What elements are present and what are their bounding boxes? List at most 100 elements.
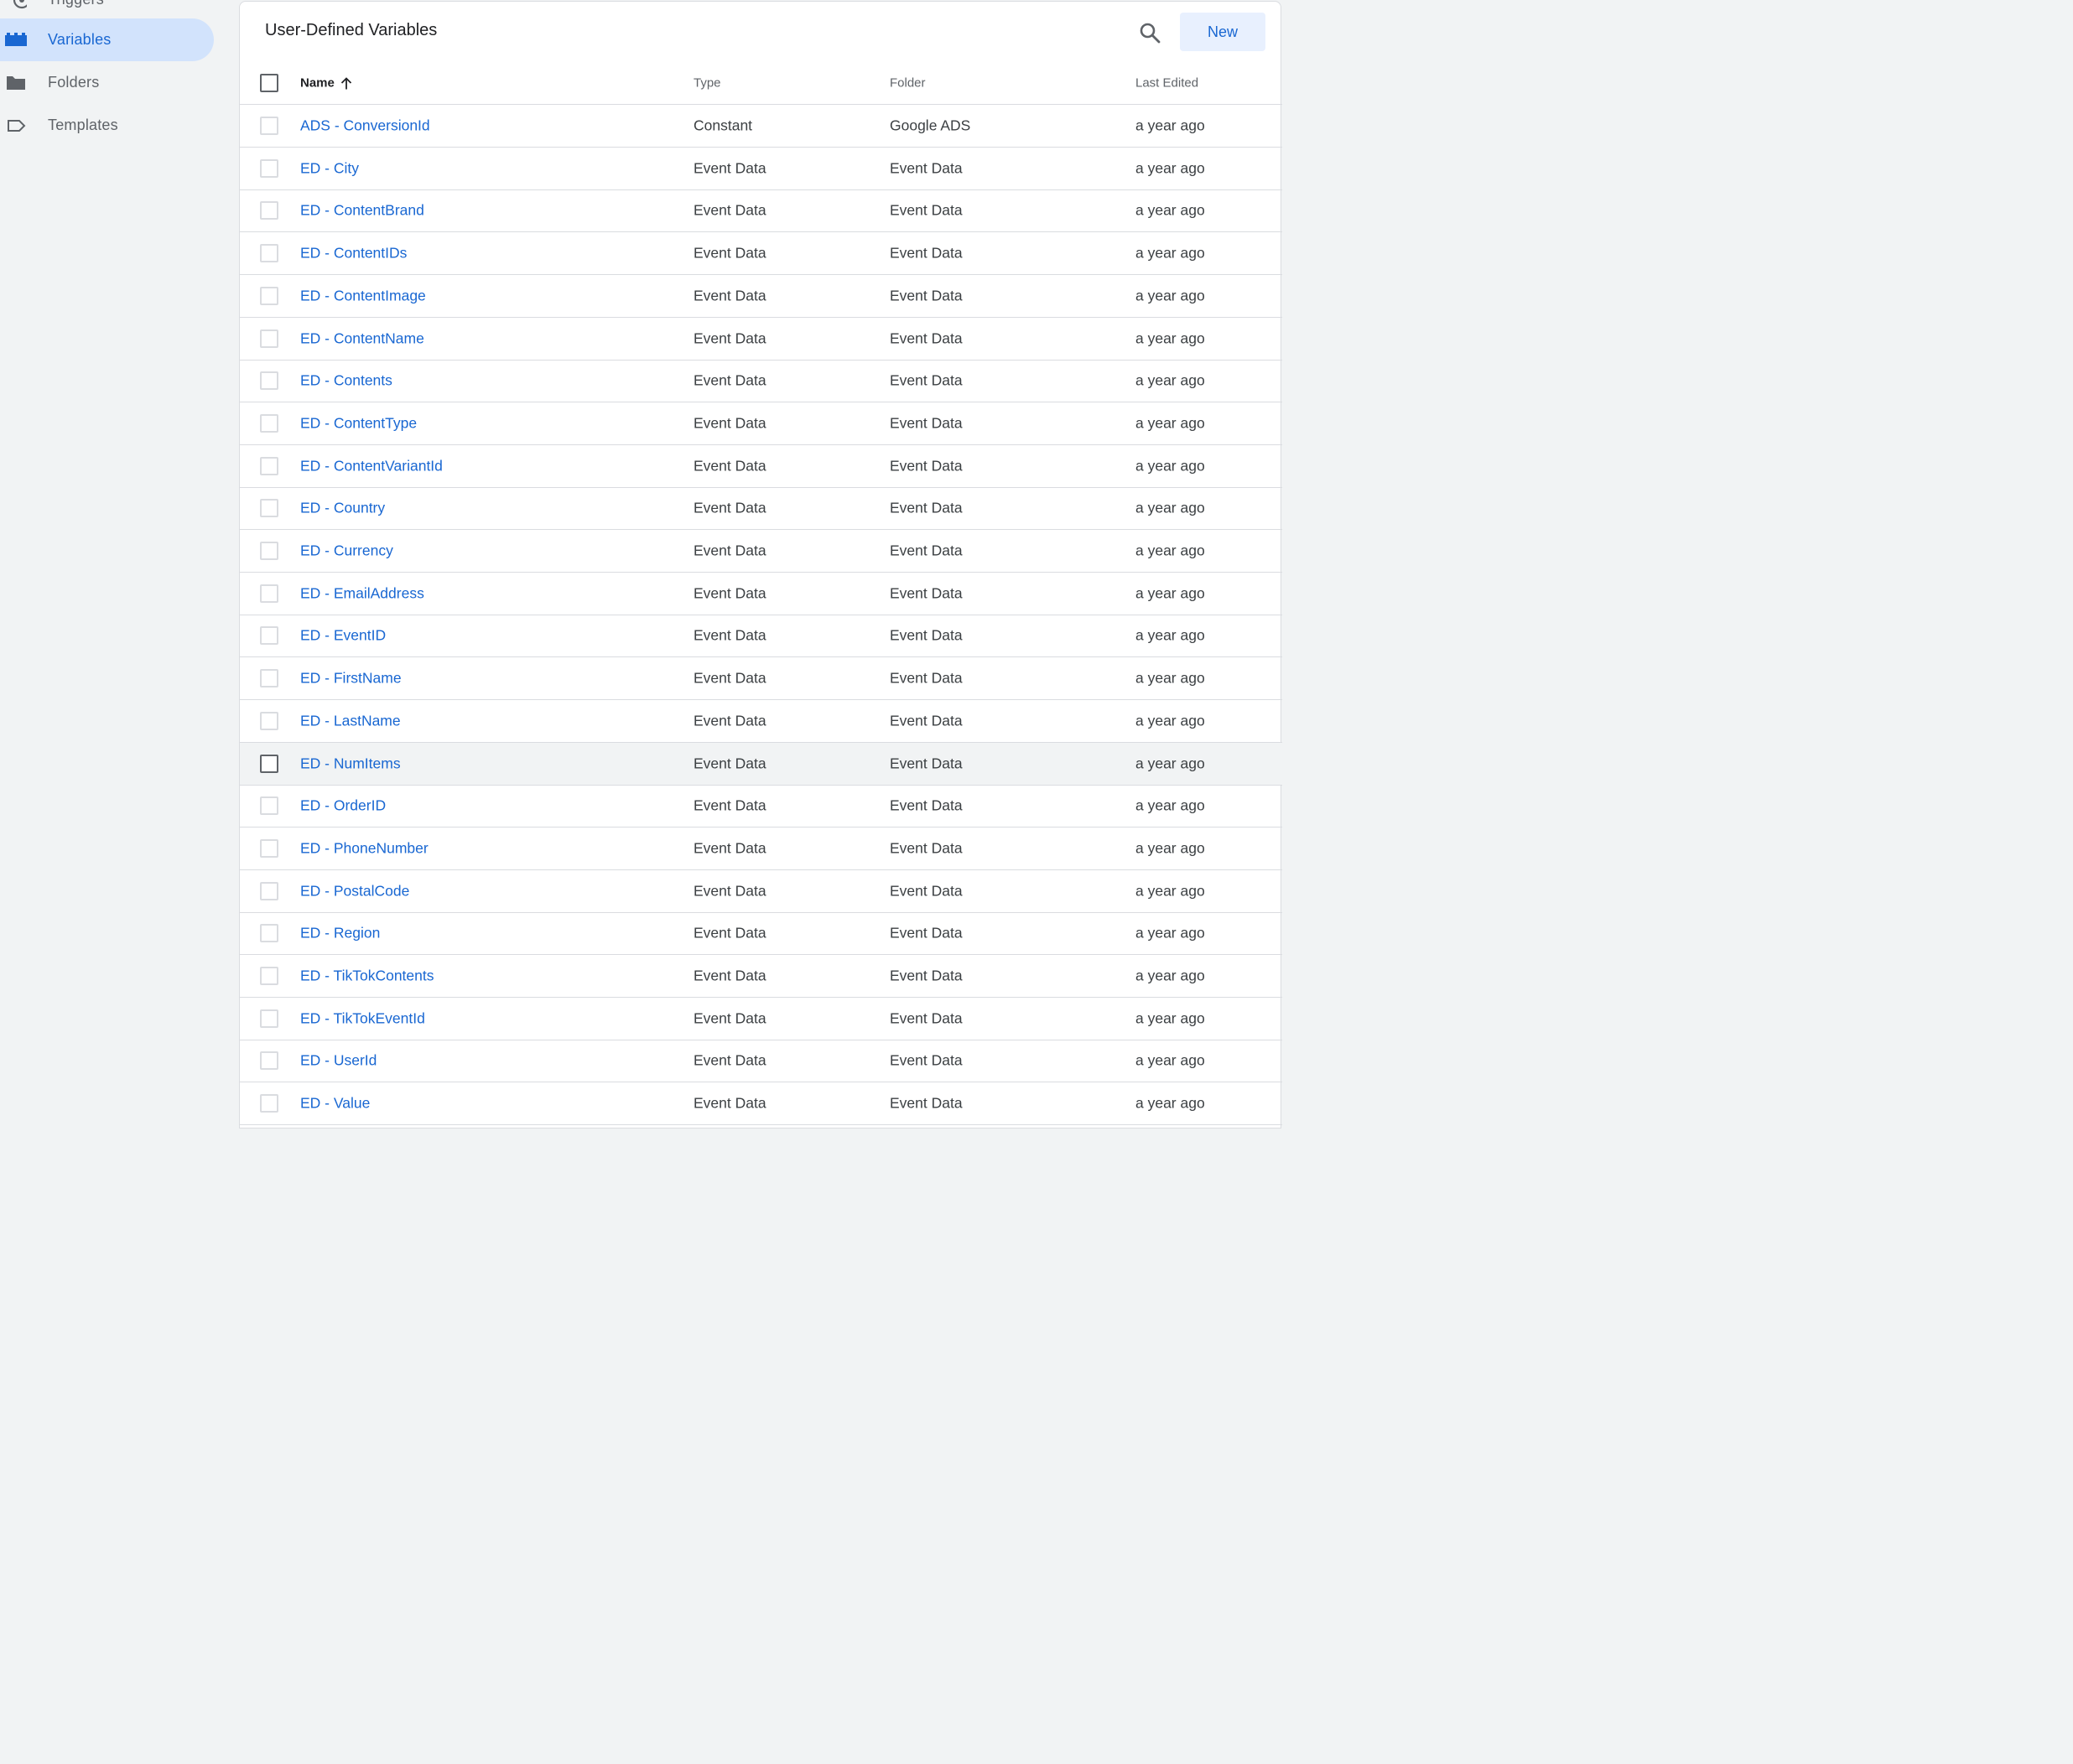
sidebar: Triggers Variables Folders Templates <box>0 0 226 1119</box>
column-header-name[interactable]: Name <box>300 76 353 91</box>
variable-name-link[interactable]: ED - UserId <box>300 1052 377 1070</box>
table-row[interactable]: ED - ContentName Event Data Event Data a ye… <box>240 318 1282 361</box>
table-row[interactable]: ED - FirstName Event Data Event Data a year… <box>240 657 1282 701</box>
variable-name-link[interactable]: ED - EmailAddress <box>300 584 424 602</box>
variable-name-link[interactable]: ED - LastName <box>300 712 401 729</box>
variable-name-link[interactable]: ED - PhoneNumber <box>300 839 429 857</box>
variable-type: Event Data <box>694 669 766 687</box>
variable-type: Event Data <box>694 1009 766 1027</box>
table-row[interactable]: ED - OrderID Event Data Event Data a year a… <box>240 785 1282 828</box>
column-header-type[interactable]: Type <box>694 76 721 91</box>
table-row[interactable]: ED - Region Event Data Event Data a year ag… <box>240 912 1282 956</box>
table-row[interactable]: ED - PhoneNumber Event Data Event Data a ye… <box>240 828 1282 870</box>
variable-name-link[interactable]: ED - ContentImage <box>300 287 426 304</box>
variable-folder: Event Data <box>890 669 963 687</box>
variable-name-link[interactable]: ED - Currency <box>300 542 393 560</box>
variable-name-link[interactable]: ED - ContentName <box>300 329 424 347</box>
sidebar-item-folders[interactable]: Folders <box>0 61 214 104</box>
row-checkbox[interactable] <box>260 881 278 900</box>
table-row[interactable]: ED - ContentType Event Data Event Data a ye… <box>240 402 1282 445</box>
table-row[interactable]: ED - LastName Event Data Event Data a year … <box>240 700 1282 743</box>
row-checkbox[interactable] <box>260 201 278 220</box>
variable-name-link[interactable]: ED - Contents <box>300 372 392 390</box>
row-checkbox[interactable] <box>260 1094 278 1113</box>
row-checkbox[interactable] <box>260 542 278 560</box>
variable-name-link[interactable]: ED - ContentBrand <box>300 202 424 220</box>
variable-folder: Event Data <box>890 371 963 389</box>
row-checkbox[interactable] <box>260 244 278 263</box>
row-checkbox[interactable] <box>260 413 278 433</box>
table-row[interactable]: ED - Currency Event Data Event Data a year … <box>240 530 1282 573</box>
row-checkbox[interactable] <box>260 796 278 816</box>
table-row[interactable]: ED - NumItems Event Data Event Data a year … <box>240 742 1282 786</box>
row-checkbox[interactable] <box>260 158 278 178</box>
variable-name-link[interactable]: ADS - ConversionId <box>300 117 430 135</box>
variable-name-link[interactable]: ED - OrderID <box>300 797 386 815</box>
row-checkbox[interactable] <box>260 626 278 646</box>
select-all-checkbox[interactable] <box>260 74 278 92</box>
table-row[interactable]: ED - PostalCode Event Data Event Data a yea… <box>240 870 1282 913</box>
table-row[interactable]: ED - TikTokEventId Event Data Event Data a … <box>240 998 1282 1040</box>
row-checkbox[interactable] <box>260 838 278 858</box>
search-button[interactable] <box>1135 18 1164 47</box>
row-checkbox[interactable] <box>260 1009 278 1028</box>
sidebar-item-label: Variables <box>48 31 112 48</box>
variable-last-edited: a year ago <box>1135 626 1205 644</box>
variable-name-link[interactable]: ED - ContentIDs <box>300 245 407 262</box>
row-checkbox[interactable] <box>260 711 278 730</box>
variable-name-link[interactable]: ED - Country <box>300 500 385 517</box>
row-checkbox[interactable] <box>260 499 278 518</box>
table-row[interactable]: ED - Country Event Data Event Data a year a… <box>240 487 1282 531</box>
table-header: Name Type Folder Last Edited <box>240 62 1282 105</box>
variable-last-edited: a year ago <box>1135 287 1205 304</box>
table-row[interactable]: ED - EventID Event Data Event Data a year a… <box>240 615 1282 658</box>
row-checkbox[interactable] <box>260 669 278 688</box>
table-row[interactable]: ED - TikTokContents Event Data Event Data a… <box>240 955 1282 998</box>
table-row[interactable]: ED - ContentIDs Event Data Event Data a yea… <box>240 232 1282 276</box>
table-row[interactable]: ED - Contents Event Data Event Data a year … <box>240 360 1282 403</box>
row-checkbox[interactable] <box>260 754 278 773</box>
variable-type: Event Data <box>694 201 766 219</box>
column-header-last-edited[interactable]: Last Edited <box>1135 76 1198 91</box>
variable-name-link[interactable]: ED - ContentVariantId <box>300 457 443 475</box>
variable-name-link[interactable]: ED - NumItems <box>300 755 401 772</box>
new-button[interactable]: New <box>1180 13 1265 51</box>
column-header-folder[interactable]: Folder <box>890 76 926 91</box>
row-checkbox[interactable] <box>260 456 278 475</box>
variable-type: Event Data <box>694 457 766 475</box>
row-checkbox[interactable] <box>260 967 278 985</box>
variable-folder: Event Data <box>890 287 963 304</box>
row-checkbox[interactable] <box>260 286 278 305</box>
variable-name-link[interactable]: ED - Value <box>300 1095 370 1113</box>
sidebar-item-variables[interactable]: Variables <box>0 18 214 61</box>
variable-type: Event Data <box>694 924 766 942</box>
variable-name-link[interactable]: ED - Region <box>300 925 380 942</box>
row-checkbox[interactable] <box>260 329 278 348</box>
templates-icon <box>8 119 26 132</box>
table-row[interactable]: ED - ContentBrand Event Data Event Data a y… <box>240 189 1282 233</box>
variable-folder: Event Data <box>890 201 963 219</box>
variable-type: Event Data <box>694 499 766 516</box>
sidebar-item-templates[interactable]: Templates <box>0 104 214 147</box>
variable-name-link[interactable]: ED - TikTokEventId <box>300 1009 425 1027</box>
variable-name-link[interactable]: ED - TikTokContents <box>300 968 434 985</box>
row-checkbox[interactable] <box>260 371 278 391</box>
row-checkbox[interactable] <box>260 117 278 135</box>
table-row[interactable]: ED - EmailAddress Event Data Event Data a y… <box>240 573 1282 615</box>
table-row[interactable]: ED - UserId Event Data Event Data a year ag… <box>240 1040 1282 1083</box>
variable-name-link[interactable]: ED - EventID <box>300 627 386 645</box>
variable-name-link[interactable]: ED - ContentType <box>300 414 417 432</box>
table-row[interactable]: ADS - ConversionId Constant Google ADS a ye… <box>240 105 1282 148</box>
variable-name-link[interactable]: ED - City <box>300 159 359 177</box>
table-row[interactable]: ED - Value Event Data Event Data a year ago <box>240 1082 1282 1126</box>
row-checkbox[interactable] <box>260 924 278 943</box>
table-row[interactable]: ED - ContentImage Event Data Event Data a y… <box>240 275 1282 318</box>
row-checkbox[interactable] <box>260 584 278 603</box>
variable-folder: Event Data <box>890 457 963 475</box>
variable-name-link[interactable]: ED - PostalCode <box>300 882 409 900</box>
table-row[interactable]: ED - ContentVariantId Event Data Event Dat… <box>240 445 1282 488</box>
variable-name-link[interactable]: ED - FirstName <box>300 670 402 687</box>
row-checkbox[interactable] <box>260 1051 278 1071</box>
variable-last-edited: a year ago <box>1135 755 1205 771</box>
table-row[interactable]: ED - City Event Data Event Data a year ago <box>240 148 1282 190</box>
